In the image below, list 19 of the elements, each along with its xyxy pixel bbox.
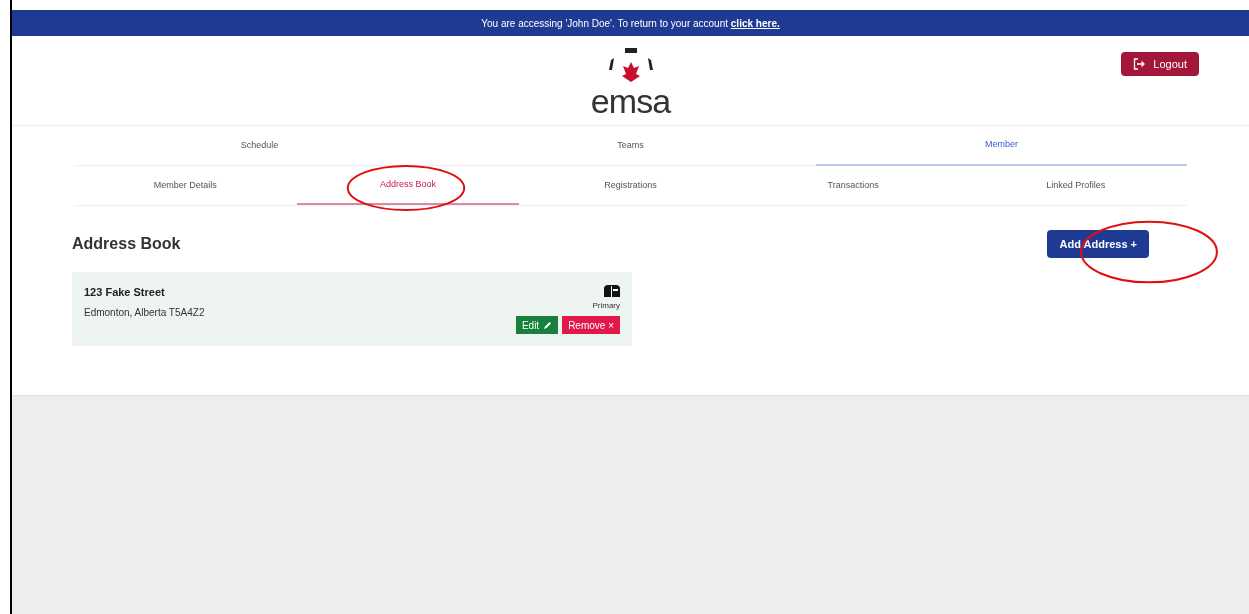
banner-text: You are accessing 'John Doe'. To return to your account click here. [481,16,780,31]
sub-tab[interactable]: Member Details [74,166,297,205]
sub-tab[interactable]: Registrations [519,166,742,205]
address-line: 123 Fake Street [84,285,166,300]
sub-tab[interactable]: Linked Profiles [964,166,1187,205]
remove-button[interactable]: Remove × [562,316,620,334]
sub-tab[interactable]: Transactions [741,166,965,205]
add-address-button[interactable]: Add Address + [1047,230,1149,258]
section-title: Address Book [72,234,181,254]
return-link[interactable]: click here. [730,17,780,29]
logout-button[interactable]: Logout [1121,52,1199,76]
primary-label: Primary [592,300,620,312]
pencil-icon [543,320,553,330]
address-line: Edmonton, Alberta T5A4Z2 [84,305,205,320]
sub-tab[interactable]: Address Book [296,166,520,205]
mailbox-icon [604,284,620,298]
logo-text: emsa [590,85,671,116]
logout-icon [1133,58,1146,70]
edit-button[interactable]: Edit [515,316,559,334]
